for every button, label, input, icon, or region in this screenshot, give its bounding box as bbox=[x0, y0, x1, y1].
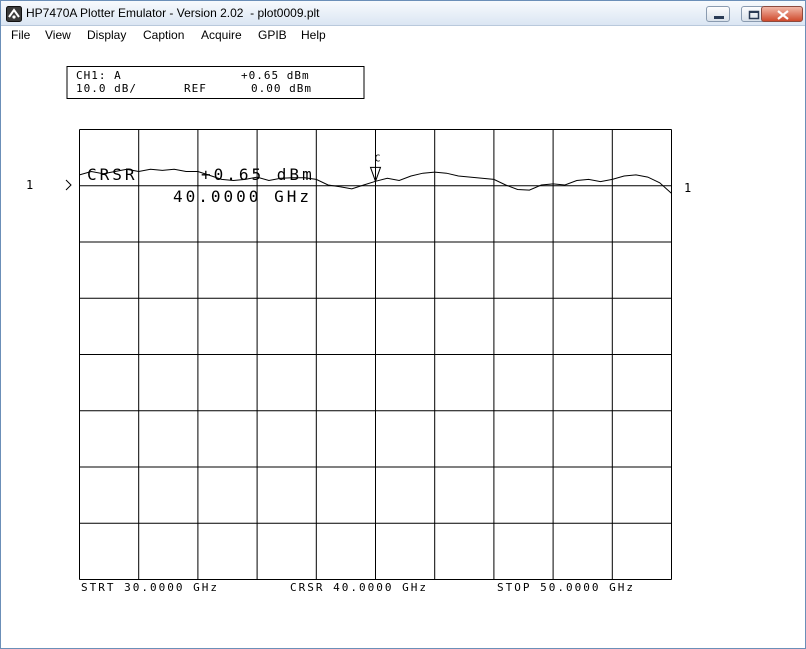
menu-help[interactable]: Help bbox=[301, 28, 326, 42]
close-icon bbox=[777, 10, 789, 20]
start-freq-label: STRT 30.0000 GHz bbox=[81, 581, 219, 594]
window-title: HP7470A Plotter Emulator - Version 2.02 … bbox=[26, 6, 320, 20]
menu-bar: File View Display Caption Acquire GPIB H… bbox=[1, 26, 805, 46]
header-ref-value: 0.00 dBm bbox=[251, 82, 312, 95]
minimize-button[interactable] bbox=[706, 6, 730, 22]
ref-marker-right-label: 1 bbox=[684, 181, 691, 195]
cursor-readout-freq: 40.0000 GHz bbox=[173, 187, 312, 206]
menu-display[interactable]: Display bbox=[87, 28, 126, 42]
menu-caption[interactable]: Caption bbox=[143, 28, 184, 42]
menu-file[interactable]: File bbox=[11, 28, 30, 42]
menu-acquire[interactable]: Acquire bbox=[201, 28, 242, 42]
cursor-freq-label: CRSR 40.0000 GHz bbox=[290, 581, 428, 594]
cursor-readout-label: CRSR bbox=[87, 165, 138, 184]
header-ref-label: REF bbox=[184, 82, 207, 95]
menu-view[interactable]: View bbox=[45, 28, 71, 42]
cursor-marker: C bbox=[369, 153, 382, 183]
close-button[interactable] bbox=[761, 6, 803, 22]
title-bar[interactable]: HP7470A Plotter Emulator - Version 2.02 … bbox=[1, 1, 805, 26]
ref-marker-left-label: 1 bbox=[26, 178, 33, 192]
plot-canvas[interactable]: CH1: A +0.65 dBm 10.0 dB/ REF 0.00 dBm 1… bbox=[1, 46, 805, 648]
cursor-triangle-icon bbox=[369, 161, 382, 183]
cursor-readout-value: +0.65 dBm bbox=[201, 165, 315, 184]
graticule bbox=[79, 129, 672, 580]
cursor-marker-letter: C bbox=[374, 153, 380, 164]
app-icon bbox=[6, 6, 22, 22]
plot-drawing: CH1: A +0.65 dBm 10.0 dB/ REF 0.00 dBm 1… bbox=[26, 66, 691, 594]
emulator-window: HP7470A Plotter Emulator - Version 2.02 … bbox=[0, 0, 806, 649]
minimize-icon bbox=[714, 16, 724, 19]
header-channel: CH1: A bbox=[76, 69, 122, 82]
menu-gpib[interactable]: GPIB bbox=[258, 28, 287, 42]
ref-arrow-left-icon bbox=[65, 179, 72, 191]
stop-freq-label: STOP 50.0000 GHz bbox=[497, 581, 635, 594]
header-scale: 10.0 dB/ bbox=[76, 82, 137, 95]
header-marker-value: +0.65 dBm bbox=[241, 69, 310, 82]
